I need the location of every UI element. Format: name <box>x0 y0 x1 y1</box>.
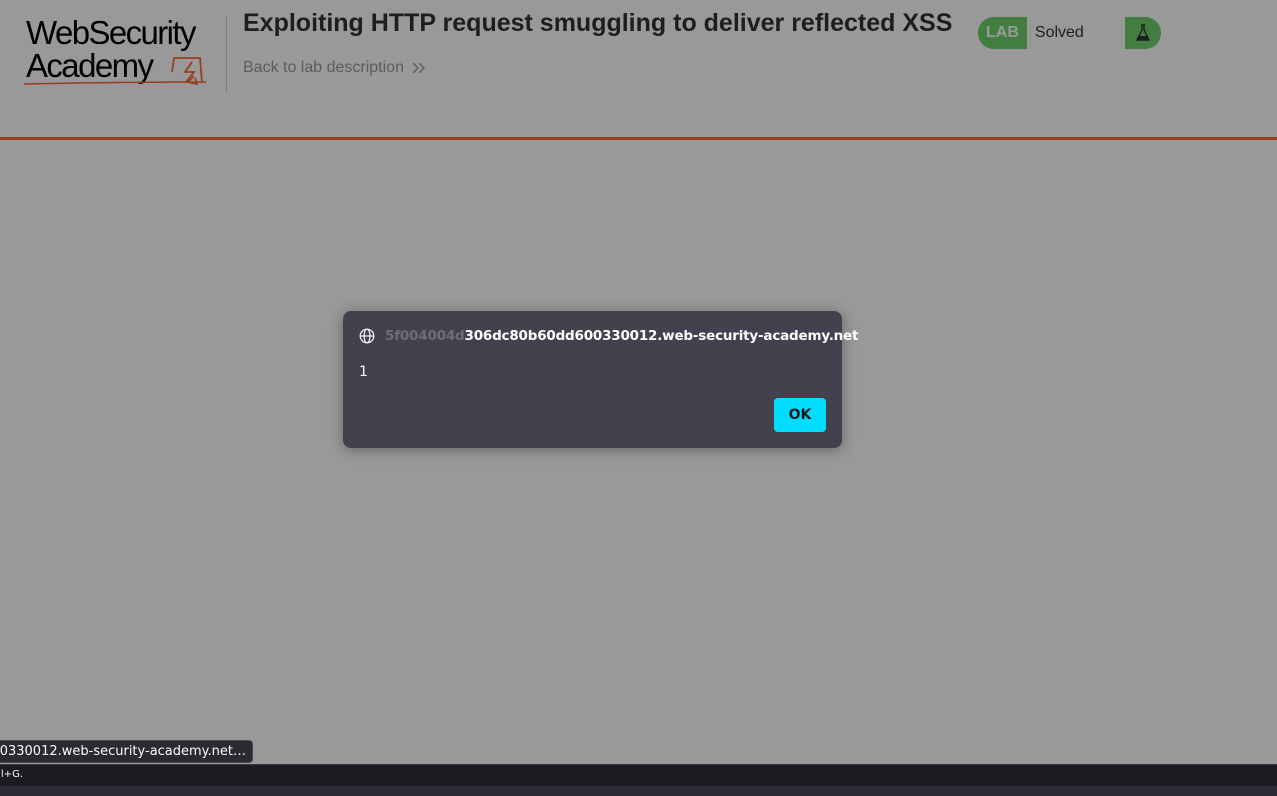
link-status-tooltip: 0330012.web-security-academy.net… <box>0 740 253 763</box>
bottom-hint-text: l+G. <box>0 769 23 780</box>
origin-host-rest: 306dc80b60dd600330012.web-security-acade… <box>464 328 859 344</box>
bottom-strip <box>0 786 1277 796</box>
dialog-origin-host: 5f004004d306dc80b60dd600330012.web-secur… <box>385 328 858 344</box>
link-preview-text: 0330012.web-security-academy.net… <box>0 744 246 759</box>
ok-button[interactable]: OK <box>774 398 826 432</box>
origin-faded-prefix: 5f004004d <box>385 328 465 344</box>
bottom-hint-bar: l+G. <box>0 764 1277 786</box>
browser-page: WebSecurity Academy Exploiting HTTP requ… <box>0 0 1277 796</box>
dialog-origin: 5f004004d306dc80b60dd600330012.web-secur… <box>359 327 858 345</box>
dialog-message: 1 <box>359 364 368 380</box>
globe-icon <box>359 328 375 344</box>
alert-dialog: 5f004004d306dc80b60dd600330012.web-secur… <box>343 311 858 448</box>
